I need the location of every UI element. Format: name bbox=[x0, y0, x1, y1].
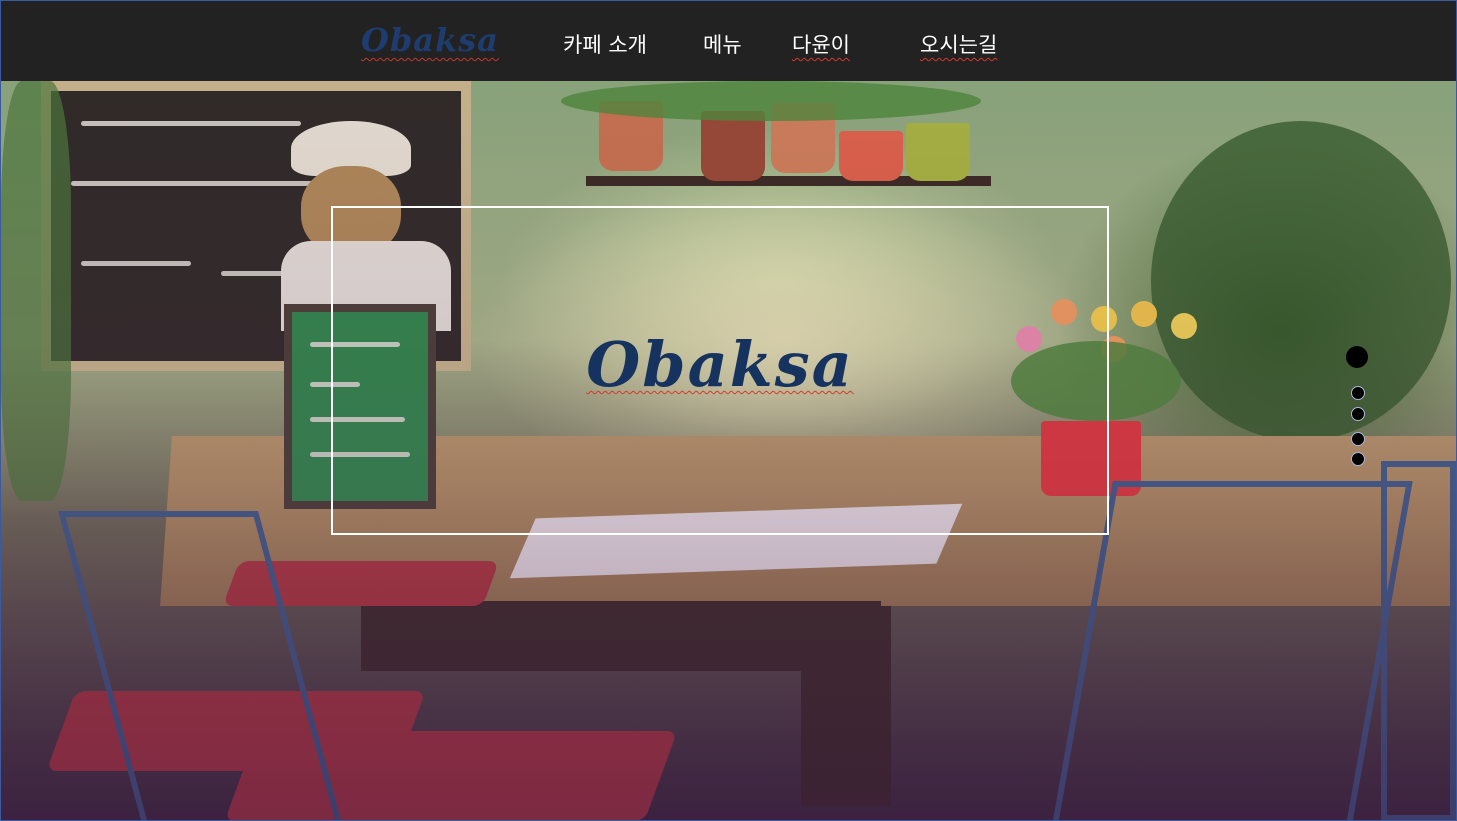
slide-dot[interactable] bbox=[1351, 407, 1365, 421]
slide-dot[interactable] bbox=[1351, 432, 1365, 446]
nav-item-dayuni[interactable]: 다윤이 bbox=[792, 29, 850, 59]
slide-dot[interactable] bbox=[1351, 452, 1365, 466]
hero-title-box: Obaksa bbox=[331, 206, 1109, 535]
site-logo[interactable]: Obaksa bbox=[361, 21, 499, 59]
nav-item-menu[interactable]: 메뉴 bbox=[703, 29, 742, 59]
slide-dot-active[interactable] bbox=[1346, 346, 1368, 368]
slide-dot[interactable] bbox=[1351, 386, 1365, 400]
nav-item-directions[interactable]: 오시는길 bbox=[920, 29, 997, 59]
nav-item-cafe-intro[interactable]: 카페 소개 bbox=[563, 29, 647, 59]
top-navigation-bar: Obaksa 카페 소개 메뉴 다윤이 오시는길 bbox=[1, 1, 1456, 81]
hero-title: Obaksa bbox=[586, 328, 854, 401]
page-frame: Obaksa 카페 소개 메뉴 다윤이 오시는길 Obaksa bbox=[0, 0, 1457, 821]
